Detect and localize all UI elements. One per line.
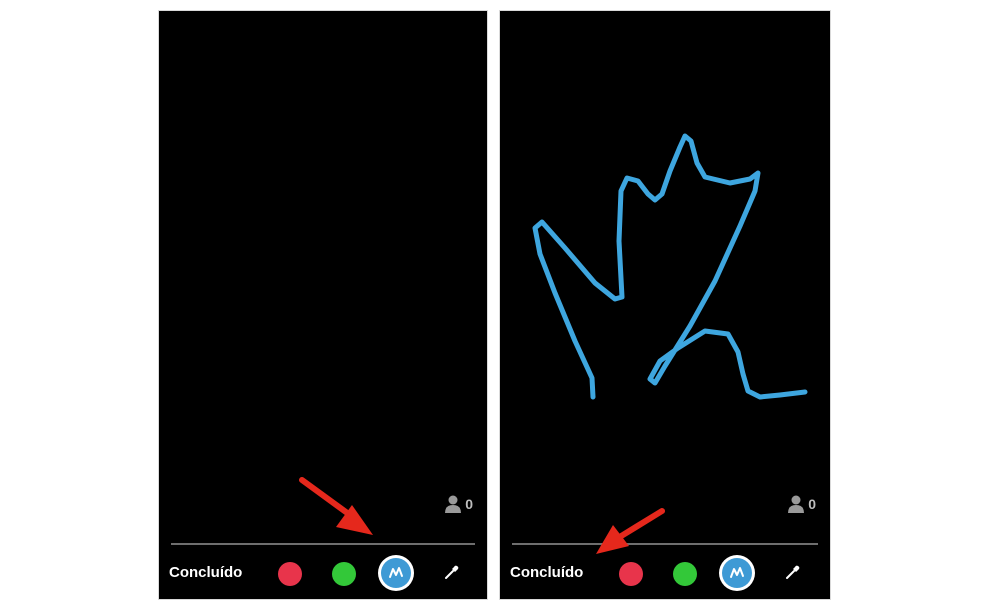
bottom-toolbar: Concluído xyxy=(500,545,830,599)
pen-icon xyxy=(730,567,744,578)
eyedropper-icon[interactable] xyxy=(785,564,801,580)
viewer-count-value: 0 xyxy=(808,496,816,512)
pen-button[interactable] xyxy=(378,555,414,591)
freehand-drawing xyxy=(532,133,808,400)
done-button[interactable]: Concluído xyxy=(169,564,242,581)
viewer-count-value: 0 xyxy=(465,496,473,512)
done-button[interactable]: Concluído xyxy=(510,564,583,581)
green-color-button[interactable] xyxy=(673,562,697,586)
eyedropper-icon[interactable] xyxy=(444,564,460,580)
annotation-arrows xyxy=(299,477,665,554)
viewer-count: 0 xyxy=(788,495,816,513)
phone-screen-left: 0 Concluído xyxy=(158,10,488,600)
green-color-button[interactable] xyxy=(332,562,356,586)
person-icon xyxy=(788,495,805,513)
viewer-count: 0 xyxy=(445,495,473,513)
person-icon xyxy=(445,495,462,513)
bottom-toolbar: Concluído xyxy=(159,545,487,599)
red-color-button[interactable] xyxy=(619,562,643,586)
phone-screen-right: 0 Concluído xyxy=(499,10,831,600)
red-color-button[interactable] xyxy=(278,562,302,586)
pen-button[interactable] xyxy=(719,555,755,591)
pen-icon xyxy=(389,567,403,578)
